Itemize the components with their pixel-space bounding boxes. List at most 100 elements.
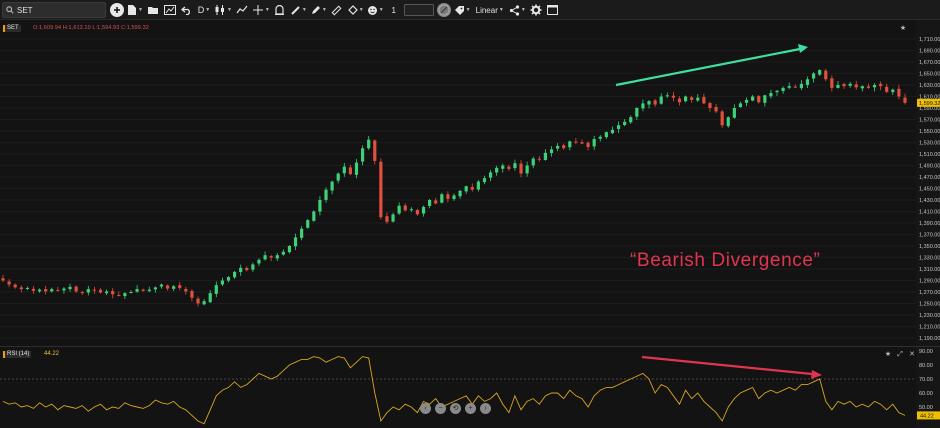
candle: [354, 159, 359, 179]
rsi-pane[interactable]: 90.00 80.00 70.00 60.00 50.00 44.22 RSI (14) …: [0, 347, 940, 428]
candle: [781, 86, 785, 94]
price-tick-label: 1,450.00: [919, 187, 940, 193]
zoom-out-icon[interactable]: −: [435, 403, 446, 414]
candle: [239, 264, 243, 276]
star-icon[interactable]: ★: [884, 351, 892, 359]
new-file-icon[interactable]: ▼: [127, 2, 143, 18]
symbol-label: SET: [3, 25, 21, 32]
candle: [306, 219, 310, 229]
line-width-box[interactable]: [403, 4, 434, 16]
candle: [105, 289, 109, 296]
settings-gear-icon[interactable]: [529, 2, 543, 18]
candle: [348, 164, 352, 176]
candle: [598, 135, 602, 142]
candle: [190, 289, 194, 302]
rsi-chart[interactable]: 90.00 80.00 70.00 60.00 50.00 44.22: [0, 347, 940, 428]
scroll-left-icon[interactable]: ‹: [420, 403, 431, 414]
candle: [196, 296, 200, 307]
candle: [226, 276, 231, 283]
open-folder-icon[interactable]: [146, 2, 160, 18]
trend-line-icon[interactable]: [235, 2, 249, 18]
candle: [543, 149, 548, 161]
pencil-icon[interactable]: ▼: [310, 2, 327, 18]
alert-icon[interactable]: [273, 2, 287, 18]
candle: [300, 226, 304, 241]
candle: [293, 233, 298, 251]
candle: [513, 159, 517, 171]
candle: [68, 283, 72, 292]
interval-dropdown[interactable]: D ▼: [197, 2, 211, 18]
candle: [708, 101, 712, 112]
ruler-icon[interactable]: [330, 2, 344, 18]
price-pane[interactable]: 1,710.00 1,690.00 1,670.00 1,650.00 1,630.00…: [0, 20, 940, 346]
candle: [123, 292, 127, 300]
crosshair-icon[interactable]: ▼: [252, 2, 270, 18]
price-pane-buttons: ★: [899, 25, 907, 33]
candle: [44, 285, 48, 295]
scale-mode-dropdown[interactable]: Linear ▼: [474, 2, 506, 18]
price-tick-label: 1,590.00: [919, 106, 940, 112]
price-chart[interactable]: 1,710.00 1,690.00 1,670.00 1,650.00 1,630.00…: [0, 20, 940, 346]
candle: [818, 69, 822, 76]
candle: [421, 205, 426, 217]
reset-chart-icon[interactable]: ⟲: [450, 403, 461, 414]
candle: [879, 81, 883, 91]
price-tick-label: 1,570.00: [919, 118, 940, 124]
candle: [470, 183, 474, 192]
price-tick-label: 1,510.00: [919, 152, 940, 158]
candle-style-icon[interactable]: ▼: [214, 2, 232, 18]
candle: [202, 299, 206, 306]
chart-image-icon[interactable]: [163, 2, 177, 18]
tag-icon[interactable]: ▼: [454, 2, 471, 18]
candle: [434, 197, 438, 205]
close-icon[interactable]: ✕: [908, 351, 916, 359]
price-tick-label: 1,530.00: [919, 141, 940, 147]
candle: [537, 156, 541, 162]
price-grid: [0, 38, 916, 339]
maximize-icon[interactable]: ⤢: [896, 351, 904, 359]
line-width-value[interactable]: 1: [387, 2, 401, 18]
share-icon[interactable]: ▼: [509, 2, 526, 18]
candle: [391, 212, 395, 223]
candle: [257, 258, 261, 266]
candle: [178, 281, 182, 291]
candle: [98, 288, 103, 294]
candle: [525, 161, 529, 177]
candle: [501, 163, 505, 173]
candle: [549, 146, 554, 157]
candle: [135, 285, 139, 293]
add-circle-icon[interactable]: [110, 3, 124, 17]
symbol-search-input[interactable]: [17, 5, 103, 15]
candle: [31, 286, 36, 294]
rsi-tick-label: 90.00: [919, 349, 933, 355]
candle: [159, 283, 164, 289]
star-icon[interactable]: ★: [899, 25, 907, 33]
candle: [360, 145, 365, 166]
emoji-icon[interactable]: ▼: [367, 2, 384, 18]
candle: [726, 116, 730, 128]
candle: [897, 84, 901, 100]
price-tick-label: 1,670.00: [919, 60, 940, 66]
color-picker-icon[interactable]: [436, 3, 451, 17]
candle: [92, 286, 97, 294]
candle: [720, 109, 724, 128]
scroll-right-icon[interactable]: ›: [480, 403, 491, 414]
price-tick-label: 1,690.00: [919, 49, 940, 55]
zoom-in-icon[interactable]: +: [465, 403, 476, 414]
candle: [866, 83, 871, 89]
candle: [440, 192, 444, 204]
window-icon[interactable]: [546, 2, 560, 18]
brush-icon[interactable]: ▼: [290, 2, 307, 18]
candle: [744, 97, 749, 107]
candle: [403, 203, 407, 212]
candle: [738, 101, 743, 108]
symbol-search-box[interactable]: [2, 2, 106, 18]
undo-icon[interactable]: [180, 2, 194, 18]
scale-mode-label: Linear: [475, 5, 498, 15]
paint-bucket-icon[interactable]: ▼: [347, 2, 364, 18]
candle: [811, 72, 816, 83]
line-width-label: 1: [391, 5, 396, 15]
candle: [824, 68, 828, 82]
rsi-tick-label: 80.00: [919, 363, 933, 369]
candle: [172, 285, 176, 292]
